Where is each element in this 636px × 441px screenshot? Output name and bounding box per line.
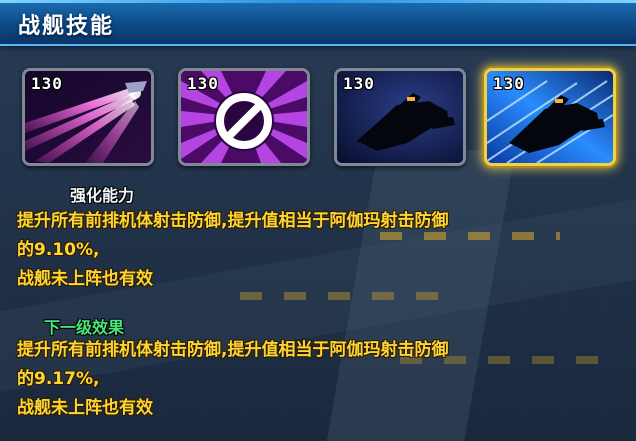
skill-level: 130 bbox=[187, 74, 219, 93]
skill-slot-4[interactable]: 130 bbox=[484, 68, 616, 166]
skill-level: 130 bbox=[493, 74, 525, 93]
skill-slot-2[interactable]: 130 bbox=[178, 68, 310, 166]
skill-slot-3[interactable]: 130 bbox=[334, 68, 466, 166]
panel-title: 战舰技能 bbox=[18, 14, 115, 39]
skill-level: 130 bbox=[31, 74, 63, 93]
description-line: 战舰未上阵也有效 bbox=[17, 269, 153, 289]
description-line: 的9.10%, bbox=[17, 240, 100, 260]
next-level-heading: 下一级效果 bbox=[44, 318, 125, 337]
description-line: 战舰未上阵也有效 bbox=[17, 398, 153, 418]
skill-level: 130 bbox=[343, 74, 375, 93]
current-effect-description: 提升所有前排机体射击防御,提升值相当于阿伽玛射击防御 的9.10%, 战舰未上阵… bbox=[17, 207, 627, 294]
description-line: 提升所有前排机体射击防御,提升值相当于阿伽玛射击防御 bbox=[17, 211, 449, 231]
description-line: 的9.17%, bbox=[17, 369, 100, 389]
title-bar: 战舰技能 bbox=[0, 0, 636, 46]
current-effect-heading: 强化能力 bbox=[70, 186, 135, 205]
description-line: 提升所有前排机体射击防御,提升值相当于阿伽玛射击防御 bbox=[17, 340, 449, 360]
skill-slot-1[interactable]: 130 bbox=[22, 68, 154, 166]
next-level-description: 提升所有前排机体射击防御,提升值相当于阿伽玛射击防御 的9.17%, 战舰未上阵… bbox=[17, 336, 627, 423]
